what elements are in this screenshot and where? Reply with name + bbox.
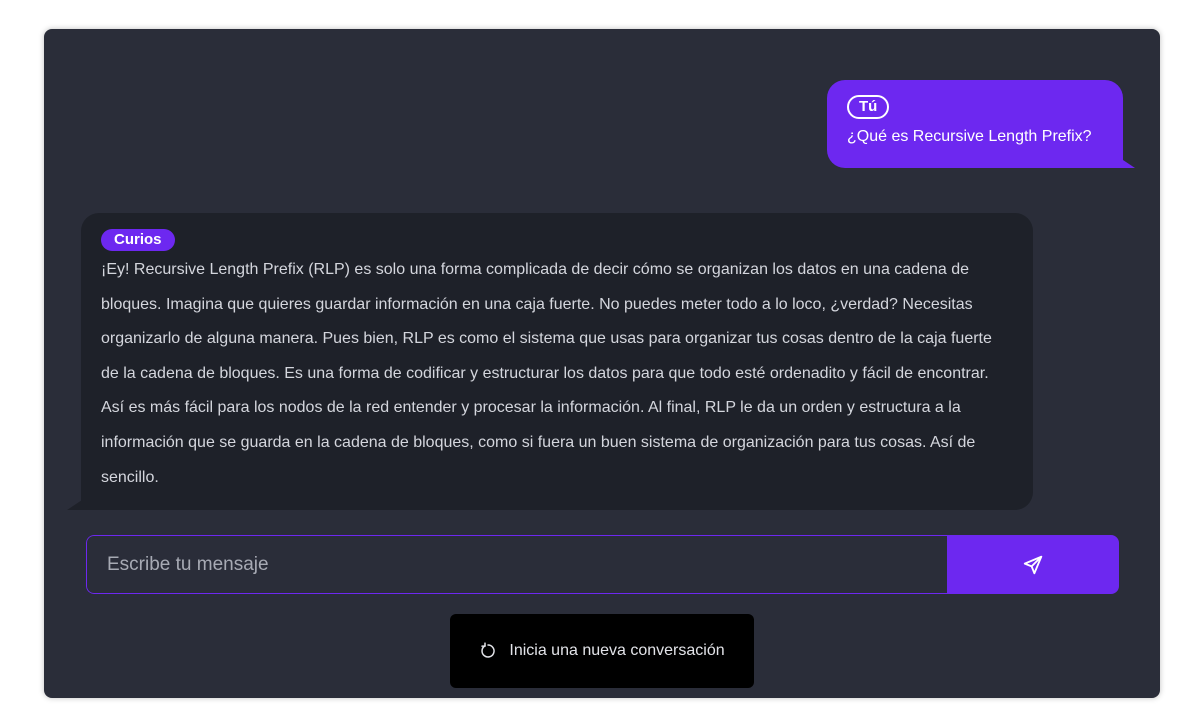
send-paper-plane-icon [1022, 554, 1044, 576]
user-message-bubble: Tú ¿Qué es Recursive Length Prefix? [827, 80, 1135, 168]
message-composer [86, 535, 1119, 594]
chat-panel: Tú ¿Qué es Recursive Length Prefix? Curi… [44, 29, 1160, 698]
bot-message-text: ¡Ey! Recursive Length Prefix (RLP) es so… [101, 261, 992, 486]
user-message-text: ¿Qué es Recursive Length Prefix? [847, 128, 1092, 145]
send-button[interactable] [947, 535, 1119, 594]
new-conversation-button[interactable]: Inicia una nueva conversación [450, 614, 754, 688]
new-conversation-label: Inicia una nueva conversación [509, 642, 725, 659]
bot-sender-tag: Curios [101, 229, 175, 251]
bot-message-bubble: Curios ¡Ey! Recursive Length Prefix (RLP… [67, 213, 1033, 510]
message-input[interactable] [86, 535, 947, 594]
refresh-icon [479, 642, 497, 660]
user-sender-tag: Tú [847, 95, 890, 119]
